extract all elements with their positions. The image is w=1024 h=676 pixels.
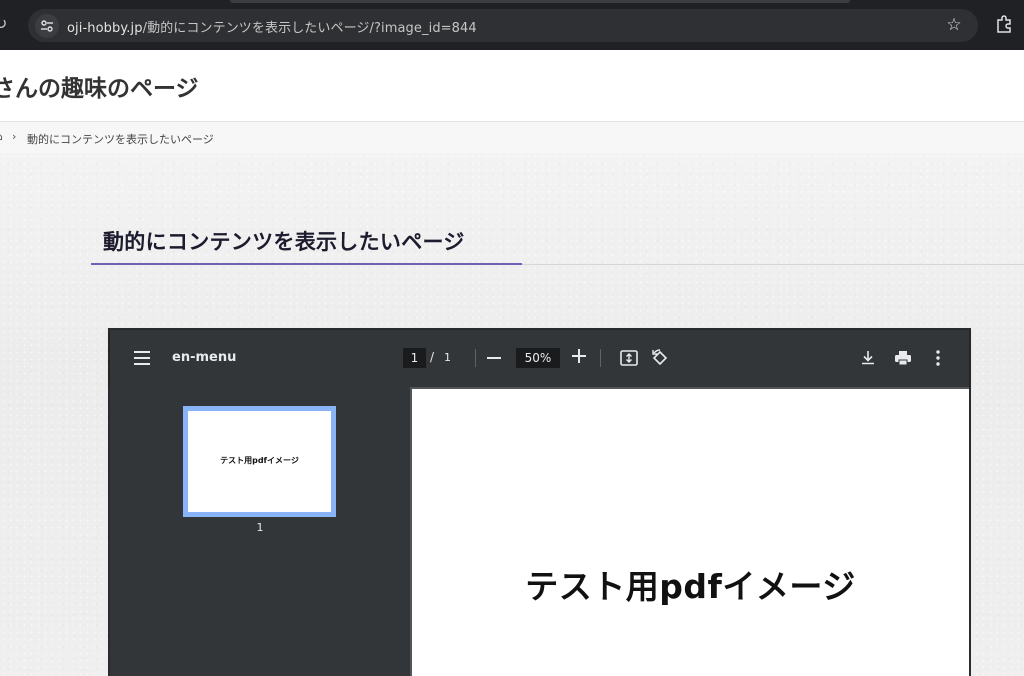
site-header: さんの趣味のページ (0, 50, 1024, 122)
tune-icon (41, 20, 53, 32)
heading-accent-line (91, 263, 522, 265)
thumbnail-text: テスト用pdfイメージ (220, 456, 299, 465)
pdf-page-area[interactable]: テスト用pdfイメージ (410, 387, 969, 676)
star-icon[interactable]: ☆ (944, 15, 964, 35)
fit-page-icon[interactable] (619, 348, 639, 368)
pdf-toolbar: en-menu 1 / 1 50% (110, 330, 969, 387)
thumbnail-sidebar: テスト用pdfイメージ 1 (110, 387, 410, 676)
reload-icon[interactable]: ↻ (0, 14, 14, 34)
tab-strip-edge (230, 0, 850, 3)
more-options-icon[interactable] (928, 348, 948, 368)
print-icon[interactable] (893, 348, 913, 368)
url-host: oji-hobby.jp (67, 21, 143, 36)
zoom-input[interactable]: 50% (516, 348, 560, 368)
page-thumbnail[interactable]: テスト用pdfイメージ (183, 406, 336, 517)
breadcrumb-separator: › (12, 130, 17, 143)
zoom-out-icon[interactable] (487, 357, 501, 359)
pdf-document-title: en-menu (172, 350, 237, 365)
page-separator: / (430, 350, 435, 364)
home-icon[interactable]: ⌂ (0, 130, 3, 143)
zoom-in-icon[interactable] (572, 349, 586, 363)
toolbar-divider (600, 349, 601, 367)
main-content: 動的にコンテンツを表示したいページ en-menu 1 / 1 50% テスト用… (0, 153, 1024, 676)
site-info-button[interactable] (35, 14, 59, 38)
address-bar[interactable]: oji-hobby.jp/動的にコンテンツを表示したいページ/?image_id… (28, 9, 978, 42)
menu-icon[interactable] (134, 351, 150, 365)
pdf-page-text: テスト用pdfイメージ (525, 567, 856, 606)
toolbar-divider (475, 349, 476, 367)
url-text[interactable]: oji-hobby.jp/動的にコンテンツを表示したいページ/?image_id… (67, 17, 477, 36)
breadcrumb: ⌂ › 動的にコンテンツを表示したいページ (0, 123, 1024, 153)
puzzle-icon[interactable] (995, 14, 1015, 34)
pdf-page: テスト用pdfイメージ (412, 389, 969, 676)
breadcrumb-current: 動的にコンテンツを表示したいページ (27, 133, 214, 146)
download-icon[interactable] (858, 348, 878, 368)
page-total: 1 (444, 351, 451, 364)
page-title: 動的にコンテンツを表示したいページ (103, 230, 465, 254)
thumbnail-page-number: 1 (256, 521, 264, 534)
browser-toolbar: ↻ oji-hobby.jp/動的にコンテンツを表示したいページ/?image_… (0, 0, 1024, 50)
site-title[interactable]: さんの趣味のページ (0, 69, 199, 103)
rotate-icon[interactable] (650, 348, 670, 368)
pdf-viewer[interactable]: en-menu 1 / 1 50% テスト用pdfイメージ 1 テスト用pdfイ… (108, 328, 971, 676)
url-path: /動的にコンテンツを表示したいページ/?image_id=844 (142, 21, 477, 36)
page-number-input[interactable]: 1 (403, 348, 426, 368)
